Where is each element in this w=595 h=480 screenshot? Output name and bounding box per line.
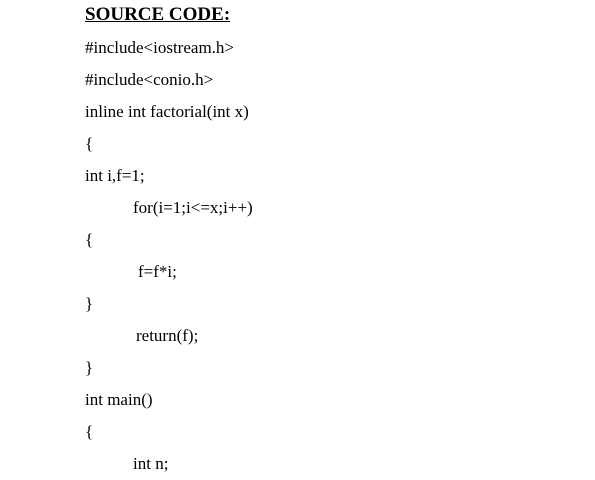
code-line: }	[85, 358, 94, 377]
code-line: {	[85, 422, 94, 441]
code-line: int main()	[85, 390, 153, 409]
source-code-heading: SOURCE CODE:	[85, 4, 231, 25]
code-line: {	[85, 230, 94, 249]
code-line: inline int factorial(int x)	[85, 102, 249, 121]
code-line: return(f);	[136, 326, 199, 345]
code-line: int i,f=1;	[85, 166, 145, 185]
code-line: #include<conio.h>	[85, 70, 214, 89]
code-line: int n;	[133, 454, 169, 473]
code-line: for(i=1;i<=x;i++)	[133, 198, 253, 217]
code-line: f=f*i;	[138, 262, 177, 281]
code-line: #include<iostream.h>	[85, 38, 234, 57]
code-line: {	[85, 134, 94, 153]
document-page: SOURCE CODE: #include<iostream.h> #inclu…	[0, 0, 595, 480]
code-line: }	[85, 294, 94, 313]
